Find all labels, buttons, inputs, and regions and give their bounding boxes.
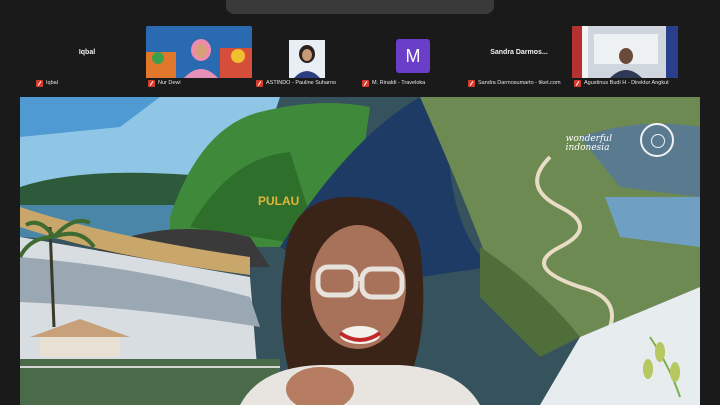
wonderful-indonesia-logo: wonderful indonesia — [565, 134, 612, 153]
participant-tile-rinaldi[interactable]: M M. Rinaldi - Traveloka — [360, 26, 466, 90]
mic-muted-icon — [36, 79, 43, 87]
participant-tile-nur-dewi[interactable]: Nur Dewi — [146, 26, 252, 90]
meeting-top-bar[interactable] — [226, 0, 494, 14]
mic-muted-icon — [256, 79, 263, 87]
active-speaker-video[interactable]: PULAU wonderful indonesia — [20, 97, 700, 405]
participant-tile-sandra[interactable]: Sandra Darmos... Sandra Darmosumarto - t… — [466, 26, 572, 90]
mic-muted-icon — [148, 79, 155, 87]
pulau-sign: PULAU — [258, 194, 299, 208]
participant-tile-iqbal[interactable]: Iqbal Iqbal — [34, 26, 140, 90]
participant-name: Iqbal — [78, 48, 96, 56]
participant-video — [254, 26, 360, 78]
participant-strip: Iqbal Iqbal Nur Dewi ASTINDO - Pauline S… — [0, 26, 720, 90]
ministry-seal-icon — [640, 123, 674, 157]
participant-tile-pauline[interactable]: ASTINDO - Pauline Suharno — [254, 26, 360, 90]
participant-label: Sandra Darmosumarto - tiket.com — [468, 78, 561, 88]
participant-label: M. Rinaldi - Traveloka — [362, 78, 425, 88]
participant-tile-agustinus[interactable]: Agustinus Budi H - Direktur Angkut — [572, 26, 678, 90]
participant-label: Iqbal — [36, 78, 58, 88]
mic-muted-icon — [468, 79, 475, 87]
participant-name: Sandra Darmos... — [490, 48, 548, 56]
mic-muted-icon — [362, 79, 369, 87]
participant-label: Agustinus Budi H - Direktur Angkut — [574, 78, 669, 88]
participant-label: ASTINDO - Pauline Suharno — [256, 78, 336, 88]
participant-avatar: M — [396, 39, 430, 73]
participant-video — [146, 26, 252, 78]
mic-muted-icon — [574, 79, 581, 87]
participant-video — [572, 26, 678, 78]
participant-label: Nur Dewi — [148, 78, 181, 88]
